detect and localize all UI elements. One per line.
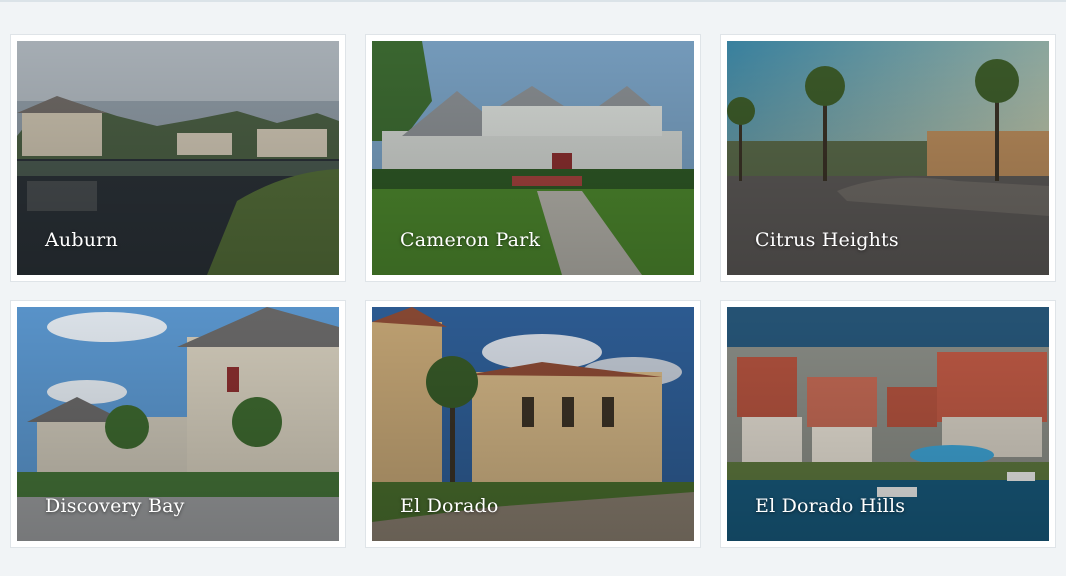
city-photo-discovery-bay: Discovery Bay [17, 307, 339, 541]
city-photo-citrus-heights: Citrus Heights [727, 41, 1049, 275]
top-divider [0, 0, 1066, 2]
city-photo-el-dorado-hills: El Dorado Hills [727, 307, 1049, 541]
city-card-el-dorado[interactable]: El Dorado [365, 300, 701, 548]
city-photo-cameron-park: Cameron Park [372, 41, 694, 275]
city-label-cameron-park: Cameron Park [400, 229, 541, 251]
city-label-discovery-bay: Discovery Bay [45, 495, 185, 517]
city-card-el-dorado-hills[interactable]: El Dorado Hills [720, 300, 1056, 548]
city-photo-auburn: Auburn [17, 41, 339, 275]
city-card-citrus-heights[interactable]: Citrus Heights [720, 34, 1056, 282]
city-grid: Auburn Cameron Park Citrus Heights Disco… [10, 34, 1056, 548]
city-photo-el-dorado: El Dorado [372, 307, 694, 541]
city-card-discovery-bay[interactable]: Discovery Bay [10, 300, 346, 548]
city-label-auburn: Auburn [45, 229, 118, 251]
city-label-citrus-heights: Citrus Heights [755, 229, 899, 251]
city-label-el-dorado-hills: El Dorado Hills [755, 495, 906, 517]
city-label-el-dorado: El Dorado [400, 495, 499, 517]
city-card-cameron-park[interactable]: Cameron Park [365, 34, 701, 282]
city-card-auburn[interactable]: Auburn [10, 34, 346, 282]
